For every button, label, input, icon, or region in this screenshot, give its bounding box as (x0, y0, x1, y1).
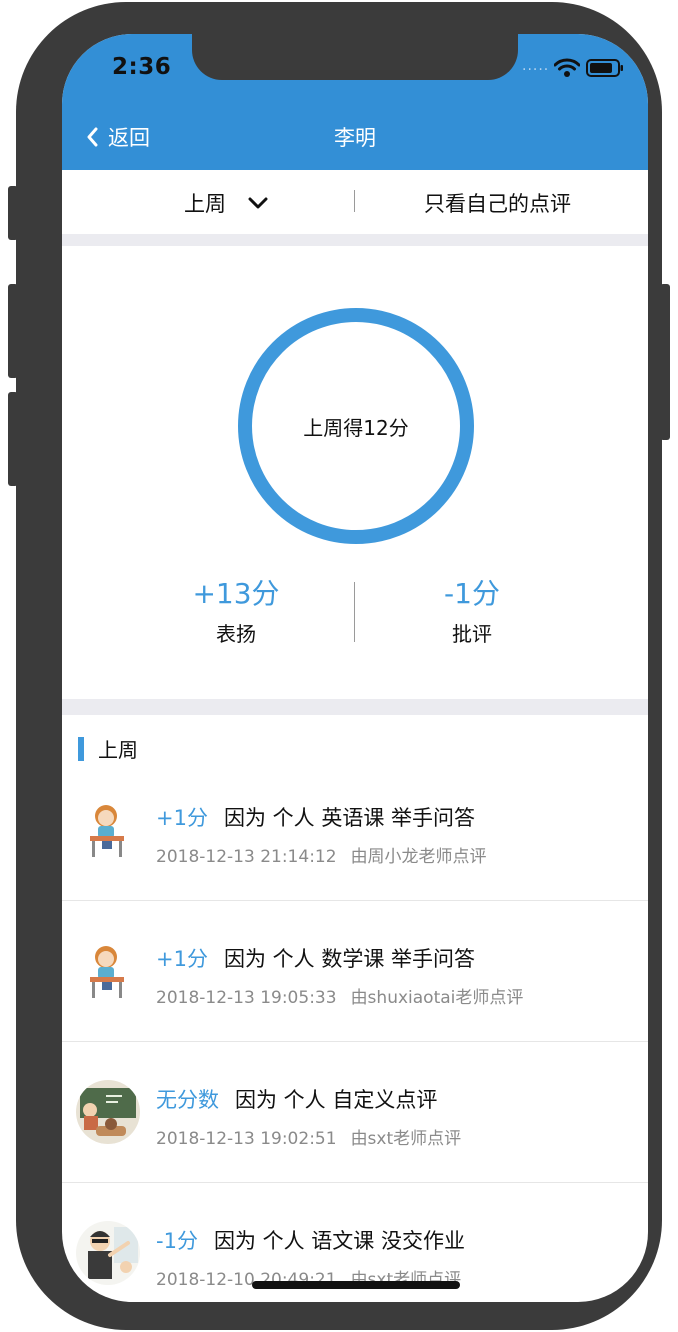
period-dropdown[interactable]: 上周 (184, 188, 268, 218)
filter-bar: 上周 只看自己的点评 (62, 170, 648, 234)
reviewer: 由shuxiaotai老师点评 (350, 988, 524, 1008)
girl-at-desk-avatar (76, 798, 140, 862)
screen: 2:36 ..... 返回 李明 上周 只看自己的点评 上周得12分 +13分 … (62, 34, 648, 1302)
battery-icon (586, 59, 623, 77)
list-item[interactable]: 无分数 因为 个人 自定义点评 2018-12-13 19:02:51 由sxt老师… (62, 1042, 648, 1183)
page-title: 李明 (334, 126, 376, 150)
nav-bar: 2:36 ..... 返回 李明 (62, 34, 648, 170)
teacher-pointing-avatar (76, 1221, 140, 1285)
wifi-icon (554, 58, 580, 77)
filter-divider (354, 190, 355, 212)
praise-label: 表扬 (216, 622, 256, 646)
section-title: 上周 (98, 738, 138, 762)
timestamp: 2018-12-13 19:05:33 (156, 988, 337, 1008)
timestamp: 2018-12-13 21:14:12 (156, 847, 337, 867)
criticism-stat: -1分 批评 (372, 572, 572, 647)
criticism-value: -1分 (444, 577, 500, 610)
status-time: 2:36 (112, 54, 172, 80)
own-reviews-toggle[interactable]: 只看自己的点评 (424, 188, 571, 218)
list-item[interactable]: +1分 因为 个人 英语课 举手问答 2018-12-13 21:14:12 由周小… (62, 760, 648, 901)
score-value: 无分数 (156, 1088, 219, 1112)
reason-text: 因为 个人 数学课 举手问答 (223, 947, 475, 971)
list-item[interactable]: +1分 因为 个人 数学课 举手问答 2018-12-13 19:05:33 由sh… (62, 901, 648, 1042)
reviewer: 由周小龙老师点评 (350, 847, 487, 867)
score-value: +1分 (156, 947, 208, 971)
score-ring-text: 上周得12分 (303, 416, 409, 440)
chevron-down-icon (248, 197, 268, 209)
stat-divider (354, 582, 355, 642)
girl-at-desk-avatar (76, 939, 140, 1003)
reason-text: 因为 个人 自定义点评 (235, 1088, 438, 1112)
reason-text: 因为 个人 英语课 举手问答 (223, 806, 475, 830)
section-marker (78, 736, 84, 761)
section-gap (62, 699, 648, 715)
score-value: -1分 (156, 1229, 198, 1253)
reviewer: 由sxt老师点评 (350, 1129, 462, 1149)
signal-icon: ..... (522, 58, 550, 74)
praise-value: +13分 (192, 577, 280, 610)
score-value: +1分 (156, 806, 208, 830)
timestamp: 2018-12-13 19:02:51 (156, 1129, 337, 1149)
notch (192, 34, 518, 80)
praise-stat: +13分 表扬 (136, 572, 336, 647)
section-gap (62, 234, 648, 246)
section-header: 上周 (78, 734, 138, 763)
period-label: 上周 (184, 192, 226, 216)
phone-frame: 2:36 ..... 返回 李明 上周 只看自己的点评 上周得12分 +13分 … (16, 2, 662, 1330)
reason-text: 因为 个人 语文课 没交作业 (213, 1229, 465, 1253)
home-indicator[interactable] (252, 1281, 460, 1289)
classroom-blackboard-avatar (76, 1080, 140, 1144)
criticism-label: 批评 (452, 622, 492, 646)
